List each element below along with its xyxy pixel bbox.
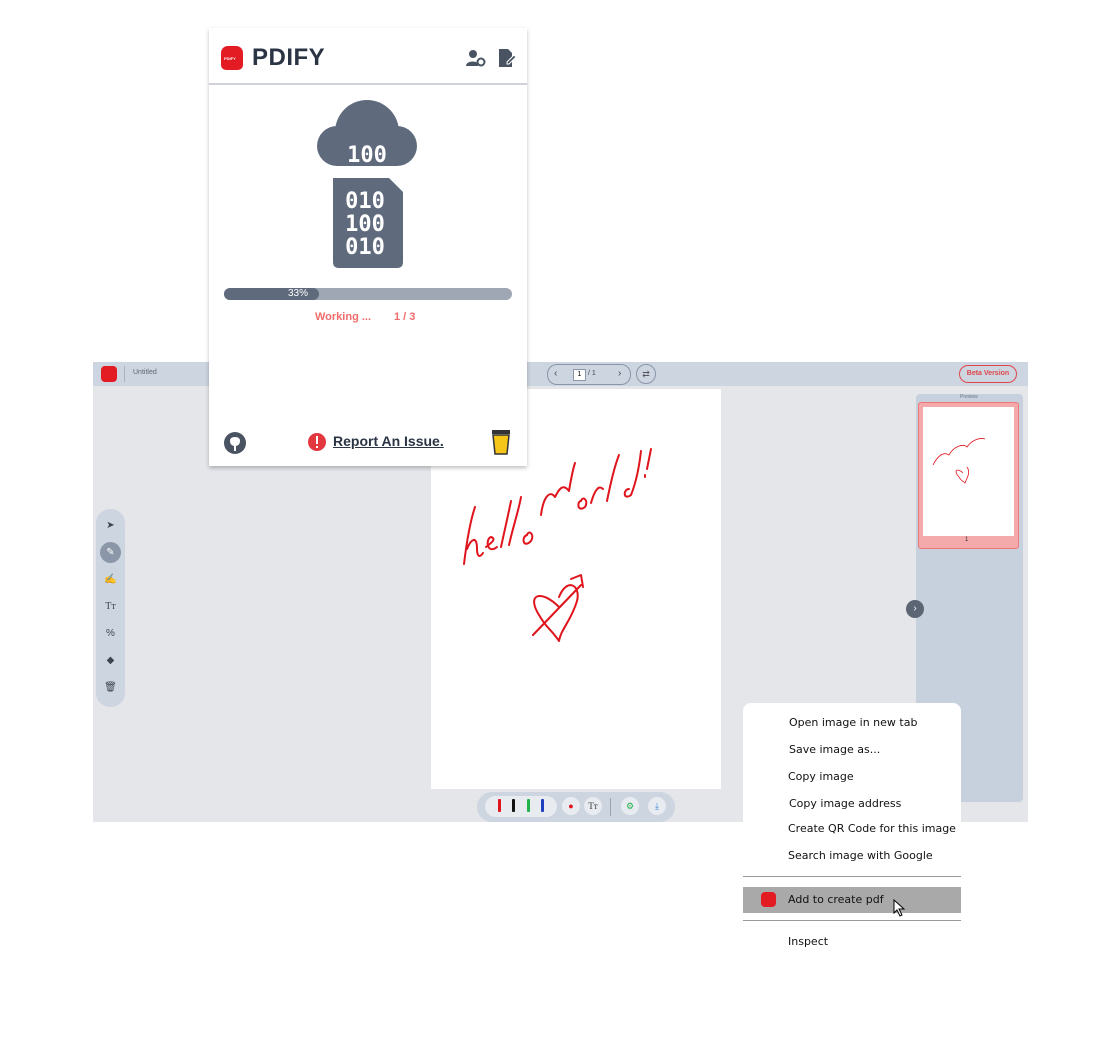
svg-text:100: 100 xyxy=(345,212,385,237)
black-pen-icon[interactable] xyxy=(512,799,515,812)
cloud-binary-icon: 100 010 100 010 xyxy=(317,100,417,268)
trash-icon[interactable]: 🗑 xyxy=(100,677,121,698)
menu-item-inspect[interactable]: Inspect xyxy=(788,935,1006,948)
progress-count: 1 / 3 xyxy=(394,311,416,323)
font-size-icon[interactable]: Tт xyxy=(584,797,602,815)
preview-label: Preview xyxy=(960,394,978,400)
pdify-logo-icon: PDIFY xyxy=(221,46,243,70)
beta-version-badge[interactable]: Beta Version xyxy=(959,365,1017,383)
user-settings-icon[interactable] xyxy=(466,48,486,68)
prev-page-icon[interactable]: ‹ xyxy=(554,368,557,379)
green-pen-icon[interactable] xyxy=(527,799,530,812)
svg-text:100: 100 xyxy=(347,143,387,168)
menu-item-add-to-pdf[interactable]: Add to create pdf xyxy=(743,887,961,917)
brand-name: PDIFY xyxy=(252,44,326,71)
text-icon[interactable]: Tт xyxy=(100,596,121,617)
page-navigator: ‹ 1 / 1 › xyxy=(547,364,631,385)
download-icon[interactable]: ⤓ xyxy=(648,797,666,815)
context-menu: Open image in new tab Save image as... C… xyxy=(743,703,961,955)
sign-icon[interactable]: ✍ xyxy=(100,569,121,590)
blue-pen-icon[interactable] xyxy=(541,799,544,812)
report-issue-link[interactable]: Report An Issue. xyxy=(333,433,444,449)
menu-item-copy-address[interactable]: Copy image address xyxy=(789,797,1007,810)
menu-item-search-google[interactable]: Search image with Google xyxy=(788,849,1006,862)
menu-separator xyxy=(743,920,961,921)
select-cursor-icon[interactable]: ➤ xyxy=(100,515,121,536)
page-number-input[interactable]: 1 xyxy=(573,369,586,381)
progress-bar: 33% xyxy=(224,288,512,300)
edit-document-icon[interactable] xyxy=(498,48,516,68)
palette-icon[interactable]: ● xyxy=(562,797,580,815)
shapes-icon[interactable]: % xyxy=(100,623,121,644)
modal-header: PDIFY PDIFY xyxy=(209,28,527,85)
github-icon[interactable] xyxy=(223,431,247,455)
menu-item-qr-code[interactable]: Create QR Code for this image xyxy=(788,822,1006,835)
modal-footer: Report An Issue. xyxy=(209,423,527,463)
menu-item-save-image[interactable]: Save image as... xyxy=(789,743,1007,756)
status-text: Working ... xyxy=(315,311,372,323)
tool-rail: ➤ ✎ ✍ Tт % ◆ 🗑 xyxy=(96,509,125,707)
coffee-cup-icon[interactable] xyxy=(490,428,512,456)
svg-text:010: 010 xyxy=(345,189,385,214)
red-pen-icon[interactable] xyxy=(498,799,501,812)
conversion-modal: PDIFY PDIFY 100 010 100 010 33% Working … xyxy=(209,28,527,466)
thumbnail-page-number: 1 xyxy=(965,537,969,543)
mouse-cursor-icon xyxy=(893,899,906,917)
divider xyxy=(610,798,611,816)
divider xyxy=(124,366,125,382)
next-page-icon[interactable]: › xyxy=(618,368,621,379)
settings-gear-icon[interactable]: ⚙ xyxy=(621,797,639,815)
pen-color-group xyxy=(485,796,557,817)
page-thumbnail[interactable]: 1 xyxy=(918,402,1019,549)
eraser-icon[interactable]: ◆ xyxy=(100,650,121,671)
progress-percent: 33% xyxy=(288,288,309,299)
menu-item-copy-image[interactable]: Copy image xyxy=(788,770,1006,783)
svg-text:010: 010 xyxy=(345,235,385,260)
pdify-logo xyxy=(101,366,117,382)
document-title[interactable]: Untitled xyxy=(133,369,157,376)
pdify-extension-icon xyxy=(761,892,776,907)
thumbnail-drawing xyxy=(932,438,986,484)
bottom-toolbar: ● Tт ⚙ ⤓ xyxy=(477,792,675,822)
page-total: / 1 xyxy=(588,370,596,377)
alert-icon xyxy=(308,433,326,451)
thumbnail-canvas xyxy=(923,407,1014,536)
menu-item-open-new-tab[interactable]: Open image in new tab xyxy=(789,716,1007,729)
swap-icon[interactable]: ⇄ xyxy=(636,364,656,384)
next-arrow-icon[interactable]: › xyxy=(906,600,924,618)
pencil-icon[interactable]: ✎ xyxy=(100,542,121,563)
menu-separator xyxy=(743,876,961,877)
